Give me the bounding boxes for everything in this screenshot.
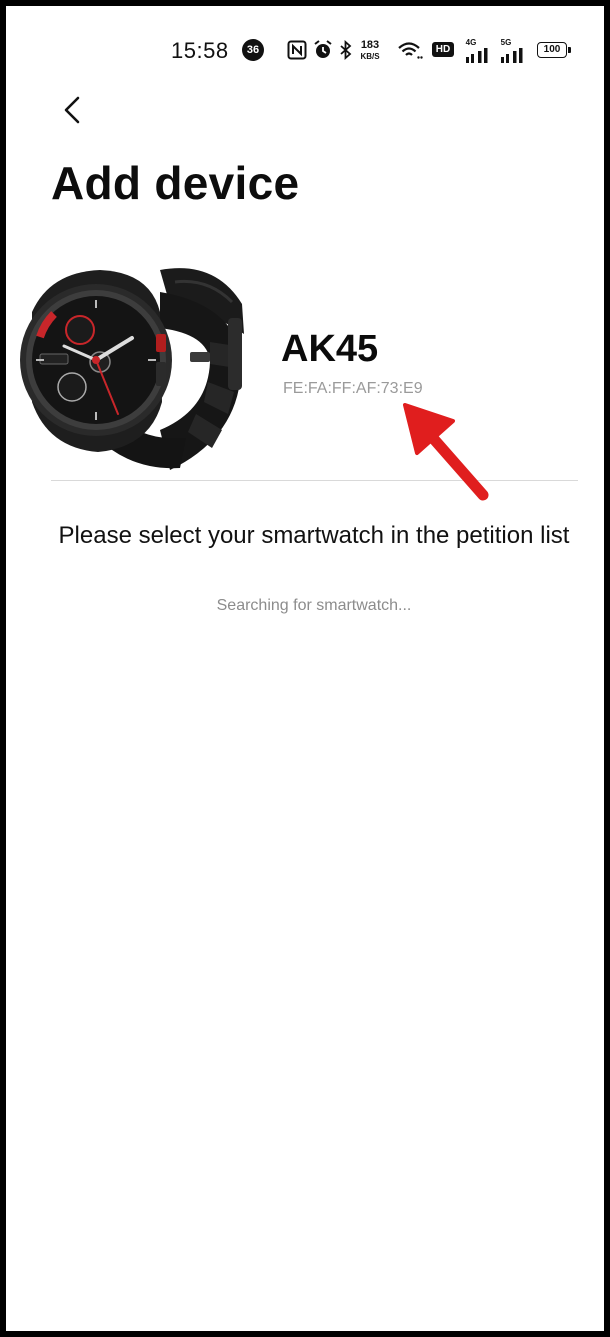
- searching-status-text: Searching for smartwatch...: [216, 597, 412, 614]
- hd-voice-badge: HD: [432, 42, 454, 57]
- wifi-icon: [398, 42, 423, 59]
- smartwatch-image: [20, 268, 244, 470]
- bluetooth-icon: [340, 39, 352, 61]
- network-speed-value: 183: [360, 39, 380, 51]
- page-title: Add device: [51, 157, 300, 209]
- device-list-item[interactable]: AK45 FE:FA:FF:AF:73:E9: [6, 242, 604, 480]
- annotation-arrow-icon: [403, 403, 489, 501]
- back-button[interactable]: [56, 90, 92, 130]
- status-bar: 15:58 36 183 KB/S HD 4G 5G 100: [6, 34, 604, 68]
- network-speed-unit: KB/S: [360, 52, 380, 61]
- instruction-text: Please select your smartwatch in the pet…: [58, 522, 570, 549]
- device-name: AK45: [281, 328, 379, 370]
- notification-count-badge: 36: [242, 39, 264, 61]
- nfc-icon: [287, 40, 307, 60]
- battery-indicator: 100: [537, 42, 571, 58]
- signal-icon: [501, 48, 523, 63]
- status-time: 15:58: [171, 38, 229, 63]
- alarm-icon: [314, 40, 332, 58]
- chevron-left-icon: [64, 96, 80, 124]
- phone-screen: 15:58 36 183 KB/S HD 4G 5G 100 Add devic…: [0, 0, 610, 1337]
- signal-icon: [466, 48, 488, 63]
